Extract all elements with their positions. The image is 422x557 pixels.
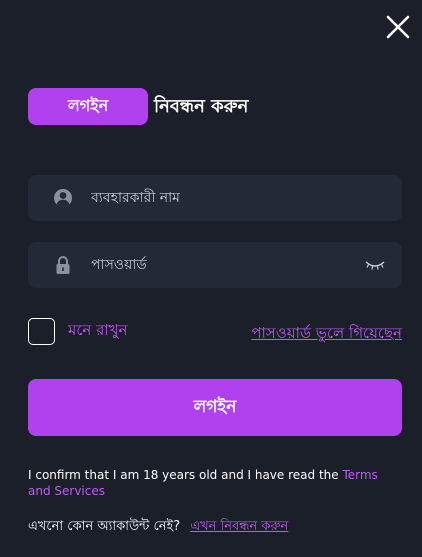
close-icon xyxy=(386,15,410,39)
signup-link[interactable]: এখন নিবন্ধন করুন xyxy=(190,517,288,538)
forgot-password-link[interactable]: পাসওয়ার্ড ভুলে গিয়েছেন xyxy=(251,322,402,347)
password-input[interactable] xyxy=(91,242,364,288)
remember-me-checkbox[interactable] xyxy=(28,318,55,345)
auth-tabs: লগইন নিবন্ধন করুন xyxy=(28,88,248,125)
close-button[interactable] xyxy=(385,14,411,40)
username-field xyxy=(28,175,402,221)
password-field xyxy=(28,242,402,288)
terms-text: I confirm that I am 18 years old and I h… xyxy=(28,467,398,499)
signup-question: এখনো কোন অ্যাকাউন্ট নেই? xyxy=(28,519,181,534)
tab-login[interactable]: লগইন xyxy=(28,88,148,125)
lock-icon xyxy=(53,255,73,275)
username-input[interactable] xyxy=(91,175,402,221)
terms-statement: I confirm that I am 18 years old and I h… xyxy=(28,468,343,482)
signup-prompt: এখনো কোন অ্যাকাউন্ট নেই? এখন নিবন্ধন করু… xyxy=(28,517,288,538)
eye-closed-icon[interactable] xyxy=(364,258,386,272)
user-icon xyxy=(53,188,73,208)
tab-register[interactable]: নিবন্ধন করুন xyxy=(154,88,248,125)
login-button[interactable]: লগইন xyxy=(28,379,402,436)
remember-me: মনে রাখুন xyxy=(28,318,127,345)
remember-me-label[interactable]: মনে রাখুন xyxy=(68,319,127,344)
